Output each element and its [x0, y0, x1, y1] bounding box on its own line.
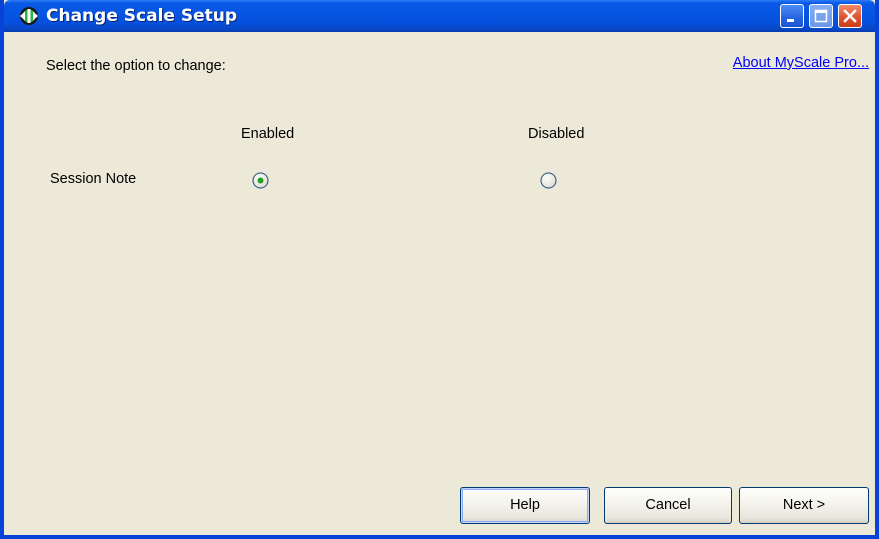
next-button[interactable]: Next >: [739, 487, 869, 524]
about-link[interactable]: About MyScale Pro...: [733, 55, 869, 71]
close-button[interactable]: [838, 4, 862, 28]
maximize-icon: [814, 9, 828, 23]
cancel-button[interactable]: Cancel: [604, 487, 732, 524]
session-note-enabled-radio[interactable]: [252, 172, 269, 189]
help-button[interactable]: Help: [460, 487, 590, 524]
minimize-icon: [787, 19, 794, 22]
maximize-button[interactable]: [809, 4, 833, 28]
title-bar[interactable]: Change Scale Setup: [4, 0, 875, 32]
dialog-window: Change Scale Setup Select the option to …: [0, 0, 879, 539]
myscale-app-icon[interactable]: [18, 5, 40, 27]
column-header-disabled: Disabled: [528, 126, 585, 142]
minimize-button[interactable]: [780, 4, 804, 28]
instruction-label: Select the option to change:: [46, 58, 226, 74]
close-icon: [843, 9, 857, 23]
session-note-disabled-radio[interactable]: [540, 172, 557, 189]
session-note-label: Session Note: [50, 171, 137, 187]
column-header-enabled: Enabled: [241, 126, 295, 142]
window-title: Change Scale Setup: [46, 6, 238, 26]
